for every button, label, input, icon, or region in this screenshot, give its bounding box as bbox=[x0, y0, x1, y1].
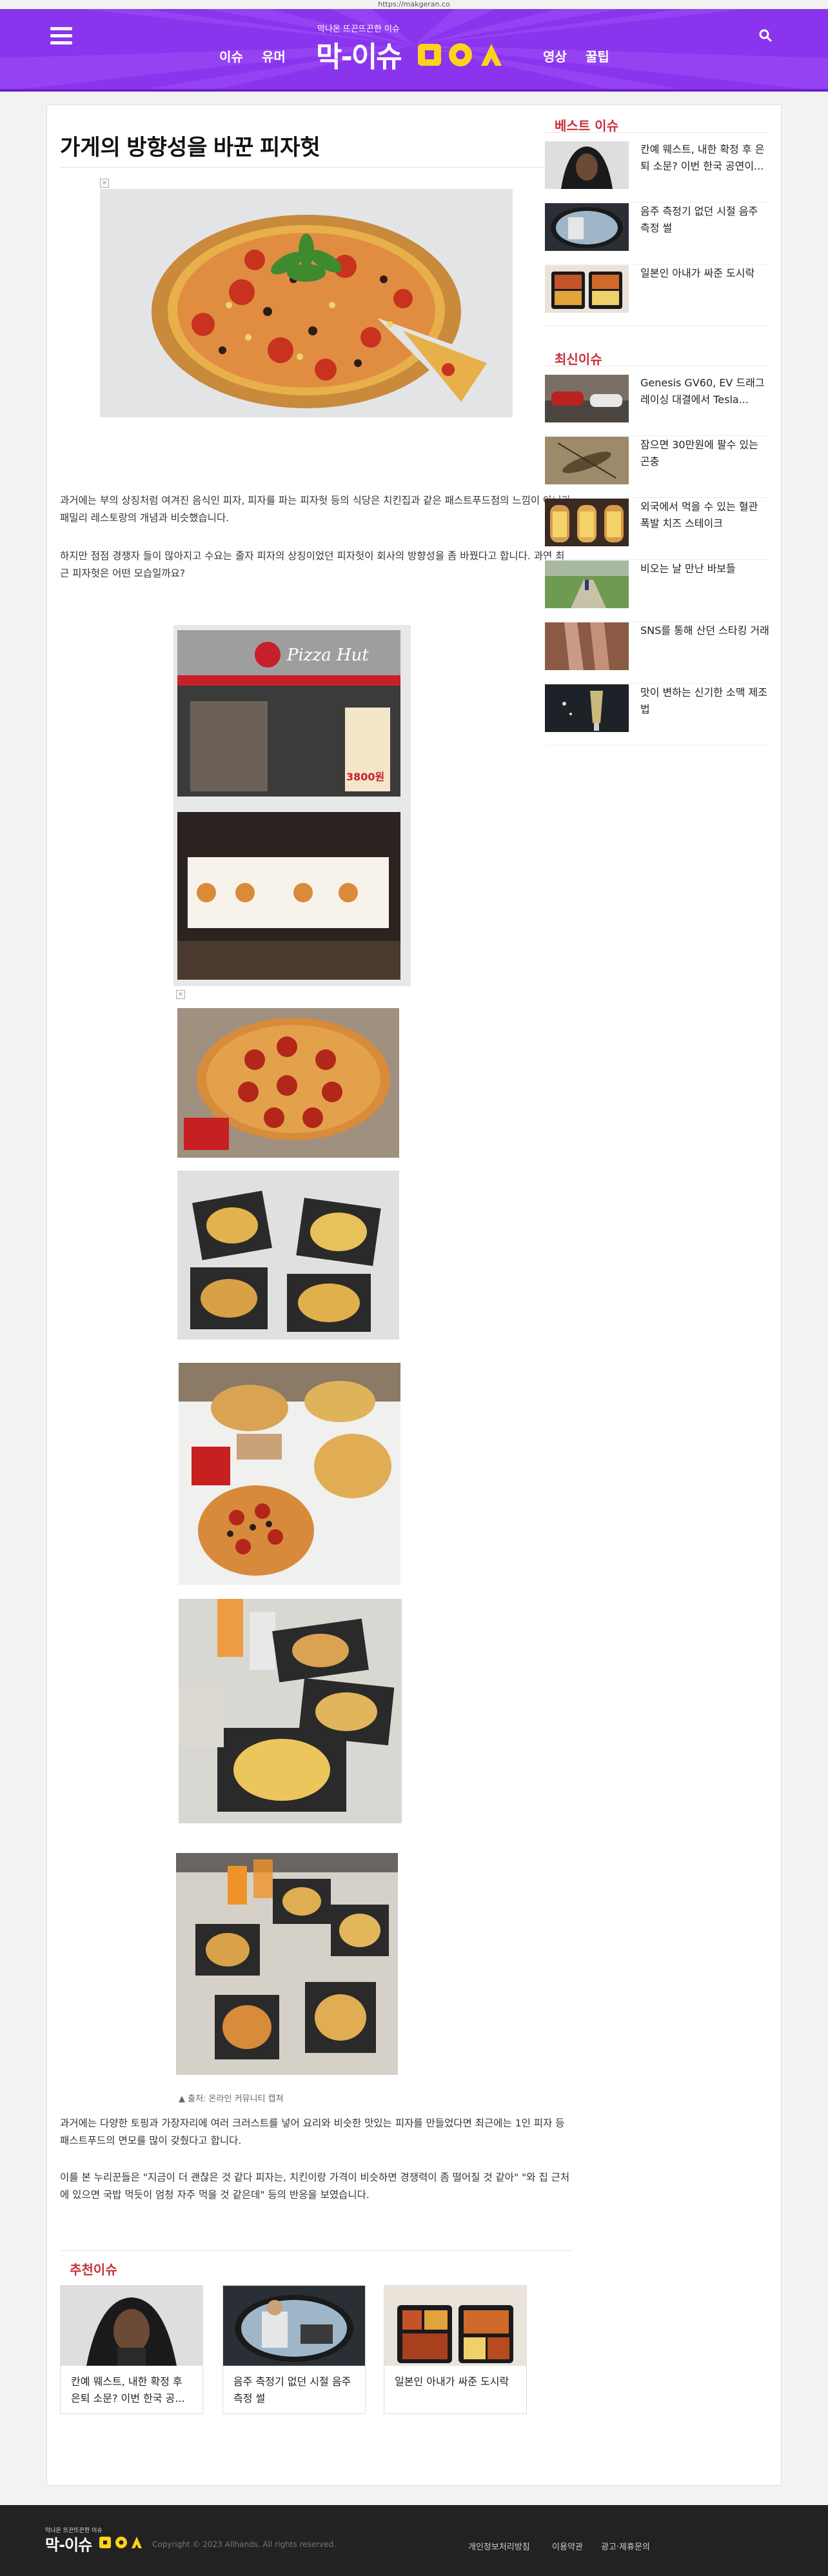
best-issue-item[interactable]: 칸예 웨스트, 내한 확정 후 은퇴 소문? 이번 한국 공연이... bbox=[545, 141, 769, 203]
nav-tips[interactable]: 꿀팁 bbox=[586, 46, 609, 65]
recommended-divider bbox=[60, 2250, 573, 2251]
card-thumbnail bbox=[223, 2286, 365, 2366]
best-issue-item[interactable]: 음주 측정기 없던 시절 음주 측정 썰 bbox=[545, 203, 769, 265]
item-thumbnail bbox=[545, 499, 629, 546]
pizza-trays-photo bbox=[177, 1171, 399, 1340]
pizza-overhead-photo bbox=[176, 1853, 398, 2075]
broken-image-icon: × bbox=[176, 990, 185, 999]
item-title: 칸예 웨스트, 내한 확정 후 은퇴 소문? 이번 한국 공연이... bbox=[640, 143, 765, 172]
recommended-card[interactable]: 음주 측정기 없던 시절 음주 측정 썰 bbox=[222, 2285, 366, 2414]
pizza-table-photo bbox=[179, 1363, 400, 1585]
card-title: 음주 측정기 없던 시절 음주 측정 썰 bbox=[233, 2375, 351, 2404]
article-title: 가게의 방향성을 바꾼 피자헛 bbox=[60, 135, 320, 160]
item-thumbnail bbox=[545, 622, 629, 670]
broken-image-icon: × bbox=[100, 179, 109, 188]
article-paragraph: 과거에는 다양한 토핑과 가장자리에 여러 크러스트를 넣어 요리와 비슷한 맛… bbox=[60, 2117, 565, 2146]
content-panel: 가게의 방향성을 바꾼 피자헛 × 과거에는 부의 상징처럼 여겨진 음식인 피… bbox=[46, 104, 782, 2486]
latest-issue-item[interactable]: 외국에서 먹을 수 있는 혈관 폭발 치즈 스테이크 bbox=[545, 499, 769, 560]
best-issue-divider bbox=[545, 132, 769, 133]
item-title: 음주 측정기 없던 시절 음주 측정 썰 bbox=[640, 205, 758, 234]
best-issue-item[interactable]: 일본인 아내가 싸준 도시락 bbox=[545, 265, 769, 327]
card-thumbnail bbox=[61, 2286, 202, 2366]
nav-issue[interactable]: 이슈 bbox=[219, 46, 243, 65]
footer-link-privacy[interactable]: 개인정보처리방침 bbox=[468, 2540, 530, 2552]
card-title: 칸예 웨스트, 내한 확정 후 은퇴 소문? 이번 한국 공... bbox=[71, 2375, 185, 2404]
pizza-illustration bbox=[152, 215, 487, 408]
footer-link-ads[interactable]: 광고·제휴문의 bbox=[601, 2540, 650, 2552]
item-title: 비오는 날 만난 바보들 bbox=[640, 562, 736, 575]
card-thumbnail bbox=[384, 2286, 526, 2366]
logo-tagline: 막나온 뜨끈뜨끈한 이슈 bbox=[317, 25, 400, 34]
site-header: 이슈 유머 영상 꿀팁 막나온 뜨끈뜨끈한 이슈 막-이슈 bbox=[0, 0, 828, 92]
item-title: 외국에서 먹을 수 있는 혈관 폭발 치즈 스테이크 bbox=[640, 500, 758, 530]
latest-issue-title: 최신이슈 bbox=[555, 352, 602, 367]
article-paragraph: 과거에는 부의 상징처럼 여겨진 음식인 피자, 피자를 파는 피자헛 등의 식… bbox=[60, 495, 571, 524]
footer-copyright: Copyright © 2023 Allhands. All rights re… bbox=[152, 2540, 337, 2549]
item-title: SNS를 통해 산던 스타킹 거래 bbox=[640, 624, 769, 637]
item-title: 잠으면 30만원에 팔수 있는 곤충 bbox=[640, 439, 758, 468]
item-thumbnail bbox=[545, 375, 629, 422]
site-footer: 막나온 뜨끈뜨끈한 이슈 막-이슈 Copyright © 2023 Allha… bbox=[0, 2505, 828, 2576]
store-photo-group: Pizza Hut 3800원 bbox=[173, 625, 411, 986]
pizza-drinks-photo bbox=[179, 1599, 402, 1823]
latest-issue-item[interactable]: 맛이 변하는 신기한 소맥 제조법 bbox=[545, 684, 769, 746]
menu-board-photo bbox=[177, 812, 400, 980]
article-paragraph: 하지만 점점 경쟁자 들이 많아지고 수요는 줄자 피자의 상징이었던 피자헛이… bbox=[60, 550, 565, 579]
storefront-photo: Pizza Hut 3800원 bbox=[177, 630, 400, 797]
recommended-card[interactable]: 일본인 아내가 싸준 도시락 bbox=[384, 2285, 527, 2414]
nav-humor[interactable]: 유머 bbox=[262, 46, 286, 65]
latest-issue-item[interactable]: 비오는 날 만난 바보들 bbox=[545, 560, 769, 622]
pizza-photo bbox=[100, 189, 513, 417]
card-title: 일본인 아내가 싸준 도시락 bbox=[395, 2375, 509, 2388]
url-bar: https://makgeran.co bbox=[0, 0, 828, 9]
footer-link-terms[interactable]: 이용약관 bbox=[552, 2540, 583, 2552]
logo-shapes bbox=[418, 43, 502, 66]
store-sign: Pizza Hut bbox=[287, 646, 369, 665]
latest-issue-item[interactable]: SNS를 통해 산던 스타킹 거래 bbox=[545, 622, 769, 684]
item-thumbnail bbox=[545, 265, 629, 313]
item-thumbnail bbox=[545, 141, 629, 189]
footer-logo-shapes bbox=[99, 2537, 142, 2548]
pepperoni-photo bbox=[177, 1008, 399, 1158]
recommended-card[interactable]: 칸예 웨스트, 내한 확정 후 은퇴 소문? 이번 한국 공... bbox=[60, 2285, 203, 2414]
menu-icon[interactable] bbox=[50, 27, 72, 45]
site-logo[interactable]: 막나온 뜨끈뜨끈한 이슈 막-이슈 bbox=[316, 18, 522, 74]
nav-video[interactable]: 영상 bbox=[543, 46, 567, 65]
best-issue-title: 베스트 이슈 bbox=[555, 118, 618, 134]
footer-logo-text: 막-이슈 bbox=[45, 2536, 92, 2554]
latest-issue-item[interactable]: 잠으면 30만원에 팔수 있는 곤충 bbox=[545, 437, 769, 499]
item-title: 맛이 변하는 신기한 소맥 제조법 bbox=[640, 686, 767, 715]
item-title: 일본인 아내가 싸준 도시락 bbox=[640, 267, 755, 279]
item-thumbnail bbox=[545, 684, 629, 732]
article-paragraph: 이를 본 누리꾼들은 "지금이 더 괜찮은 것 같다 피자는, 치킨이랑 가격이… bbox=[60, 2172, 570, 2201]
store-price: 3800원 bbox=[346, 771, 385, 783]
recommended-title: 추천이슈 bbox=[70, 2262, 117, 2277]
latest-issue-item[interactable]: Genesis GV60, EV 드래그 레이싱 대결에서 Tesla... bbox=[545, 375, 769, 437]
item-title: Genesis GV60, EV 드래그 레이싱 대결에서 Tesla... bbox=[640, 377, 765, 406]
title-divider bbox=[60, 167, 573, 168]
item-thumbnail bbox=[545, 437, 629, 484]
search-icon[interactable] bbox=[758, 28, 773, 43]
item-thumbnail bbox=[545, 560, 629, 608]
logo-text: 막-이슈 bbox=[316, 41, 402, 74]
item-thumbnail bbox=[545, 203, 629, 251]
image-caption: ▲ 출처: 온라인 커뮤니티 캡쳐 bbox=[179, 2094, 284, 2104]
